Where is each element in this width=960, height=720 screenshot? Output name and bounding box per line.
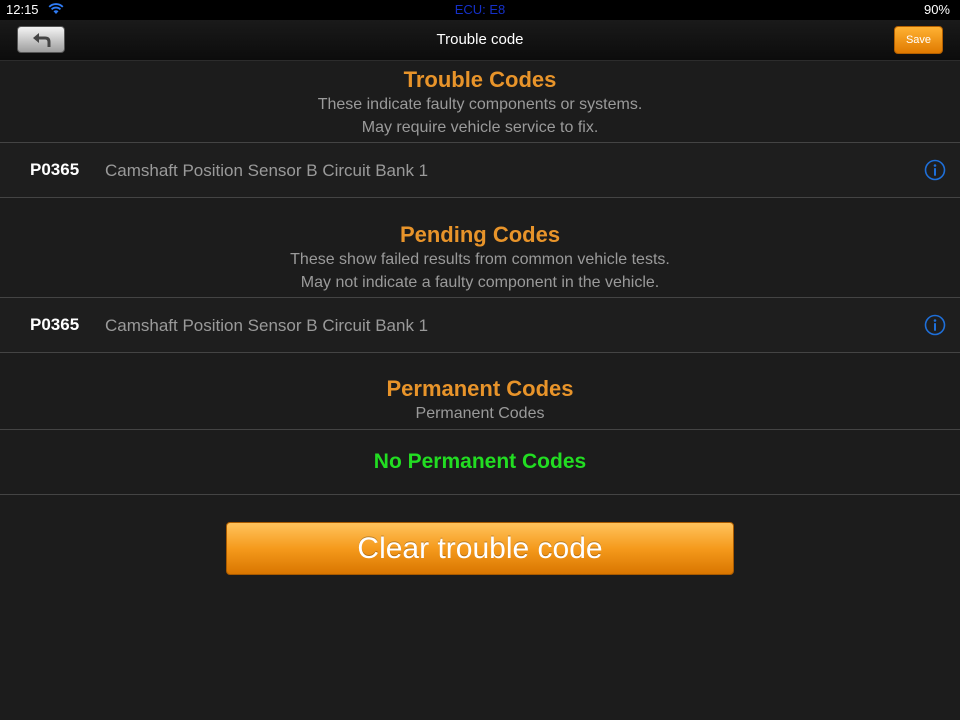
trouble-codes-title: Trouble Codes bbox=[403, 67, 557, 92]
info-icon[interactable] bbox=[924, 314, 946, 336]
divider bbox=[0, 352, 960, 353]
status-bar: 12:15 ECU: E8 90% bbox=[0, 0, 960, 20]
permanent-codes-description: Permanent Codes bbox=[415, 405, 545, 422]
navigation-bar: Trouble code Save bbox=[0, 20, 960, 61]
ecu-status: ECU: E8 bbox=[454, 2, 506, 17]
trouble-codes-description-2: May require vehicle service to fix. bbox=[361, 119, 599, 136]
pending-code-id: P0365 bbox=[30, 315, 80, 334]
permanent-codes-header: Permanent Codes Permanent Codes bbox=[0, 376, 960, 425]
trouble-code-row[interactable]: P0365 Camshaft Position Sensor B Circuit… bbox=[0, 143, 960, 197]
divider bbox=[0, 494, 960, 495]
clear-trouble-code-button[interactable]: Clear trouble code bbox=[226, 522, 734, 575]
divider bbox=[0, 429, 960, 430]
trouble-codes-description-1: These indicate faulty components or syst… bbox=[317, 96, 643, 113]
permanent-codes-title: Permanent Codes bbox=[386, 376, 574, 401]
divider bbox=[0, 197, 960, 198]
save-button[interactable]: Save bbox=[894, 26, 943, 54]
pending-codes-header: Pending Codes These show failed results … bbox=[0, 222, 960, 294]
pending-codes-description-1: These show failed results from common ve… bbox=[290, 251, 670, 268]
trouble-code-description: Camshaft Position Sensor B Circuit Bank … bbox=[105, 161, 429, 180]
trouble-codes-header: Trouble Codes These indicate faulty comp… bbox=[0, 67, 960, 139]
pending-code-description: Camshaft Position Sensor B Circuit Bank … bbox=[105, 316, 429, 335]
pending-codes-title: Pending Codes bbox=[399, 222, 561, 247]
info-icon[interactable] bbox=[924, 159, 946, 181]
no-permanent-codes-message: No Permanent Codes bbox=[373, 450, 587, 473]
trouble-code-id: P0365 bbox=[30, 160, 80, 179]
page-title: Trouble code bbox=[436, 31, 524, 48]
pending-code-row[interactable]: P0365 Camshaft Position Sensor B Circuit… bbox=[0, 298, 960, 352]
battery-level: 90% bbox=[923, 2, 950, 17]
pending-codes-description-2: May not indicate a faulty component in t… bbox=[300, 274, 660, 291]
